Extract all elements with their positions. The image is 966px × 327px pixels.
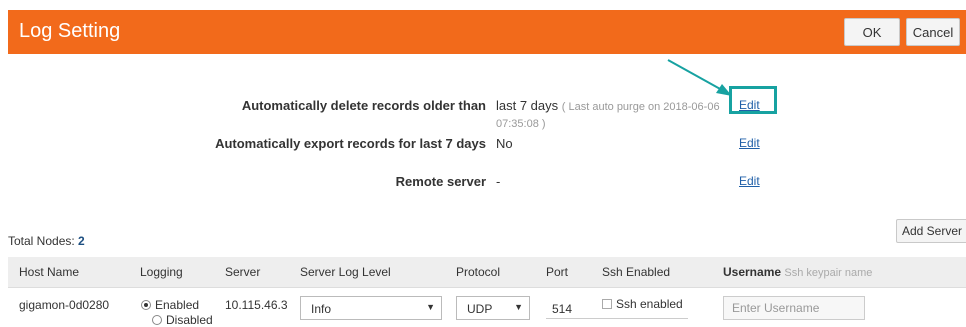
logging-disabled-label: Disabled [166,313,213,327]
radio-enabled-icon[interactable] [141,300,151,310]
logging-disabled-option[interactable]: Disabled [152,313,213,327]
ssh-checkbox[interactable] [602,299,612,309]
col-logging: Logging [140,265,183,279]
edit-auto-export-link[interactable]: Edit [739,136,760,150]
server-log-level-value: Info [311,302,332,316]
logging-enabled-option[interactable]: Enabled [141,298,199,312]
edit-remote-server-link[interactable]: Edit [739,174,760,188]
server-log-level-select[interactable]: Info ▼ [300,296,442,320]
cancel-button[interactable]: Cancel [906,18,960,46]
dialog-header: Log Setting OK Cancel [8,10,966,54]
add-server-button[interactable]: Add Server [896,219,966,243]
host-name-cell: gigamon-0d0280 [19,298,110,312]
ok-button[interactable]: OK [844,18,900,46]
remote-server-value: - [496,174,501,189]
col-server: Server [225,265,261,279]
ssh-enabled-label: Ssh enabled [616,297,683,311]
auto-delete-value: last 7 days ( Last auto purge on 2018-06… [496,98,726,132]
divider [546,318,688,319]
total-nodes-count: 2 [78,234,85,248]
server-cell: 10.115.46.3 [225,298,288,312]
radio-disabled-icon[interactable] [152,315,162,325]
col-protocol: Protocol [456,265,501,279]
col-host-name: Host Name [19,265,80,279]
auto-export-label: Automatically export records for last 7 … [215,136,486,151]
protocol-select[interactable]: UDP ▼ [456,296,530,320]
ssh-enabled-option[interactable]: Ssh enabled [602,297,683,311]
port-cell[interactable]: 514 [552,302,572,316]
pointer-arrow-icon [667,59,732,96]
auto-export-value: No [496,136,513,151]
total-nodes-label: Total Nodes: [8,234,75,248]
chevron-down-icon: ▼ [426,302,435,312]
col-username-label: Username [723,265,782,279]
page-title: Log Setting [19,20,121,42]
col-ssh-enabled: Ssh Enabled [602,265,671,279]
col-port: Port [546,265,569,279]
remote-server-label: Remote server [395,174,486,189]
col-username-sub: Ssh keypair name [784,267,873,279]
total-nodes: Total Nodes: 2 [8,234,85,248]
auto-delete-days: last 7 days [496,98,559,113]
table-header: Host Name Logging Server Server Log Leve… [8,257,966,288]
col-username: Username Ssh keypair name [723,265,872,279]
username-input[interactable]: Enter Username [723,296,865,320]
protocol-value: UDP [467,302,493,316]
logging-enabled-label: Enabled [155,298,200,312]
chevron-down-icon: ▼ [514,302,523,312]
auto-delete-label: Automatically delete records older than [241,98,486,113]
col-server-log-level: Server Log Level [300,265,391,279]
